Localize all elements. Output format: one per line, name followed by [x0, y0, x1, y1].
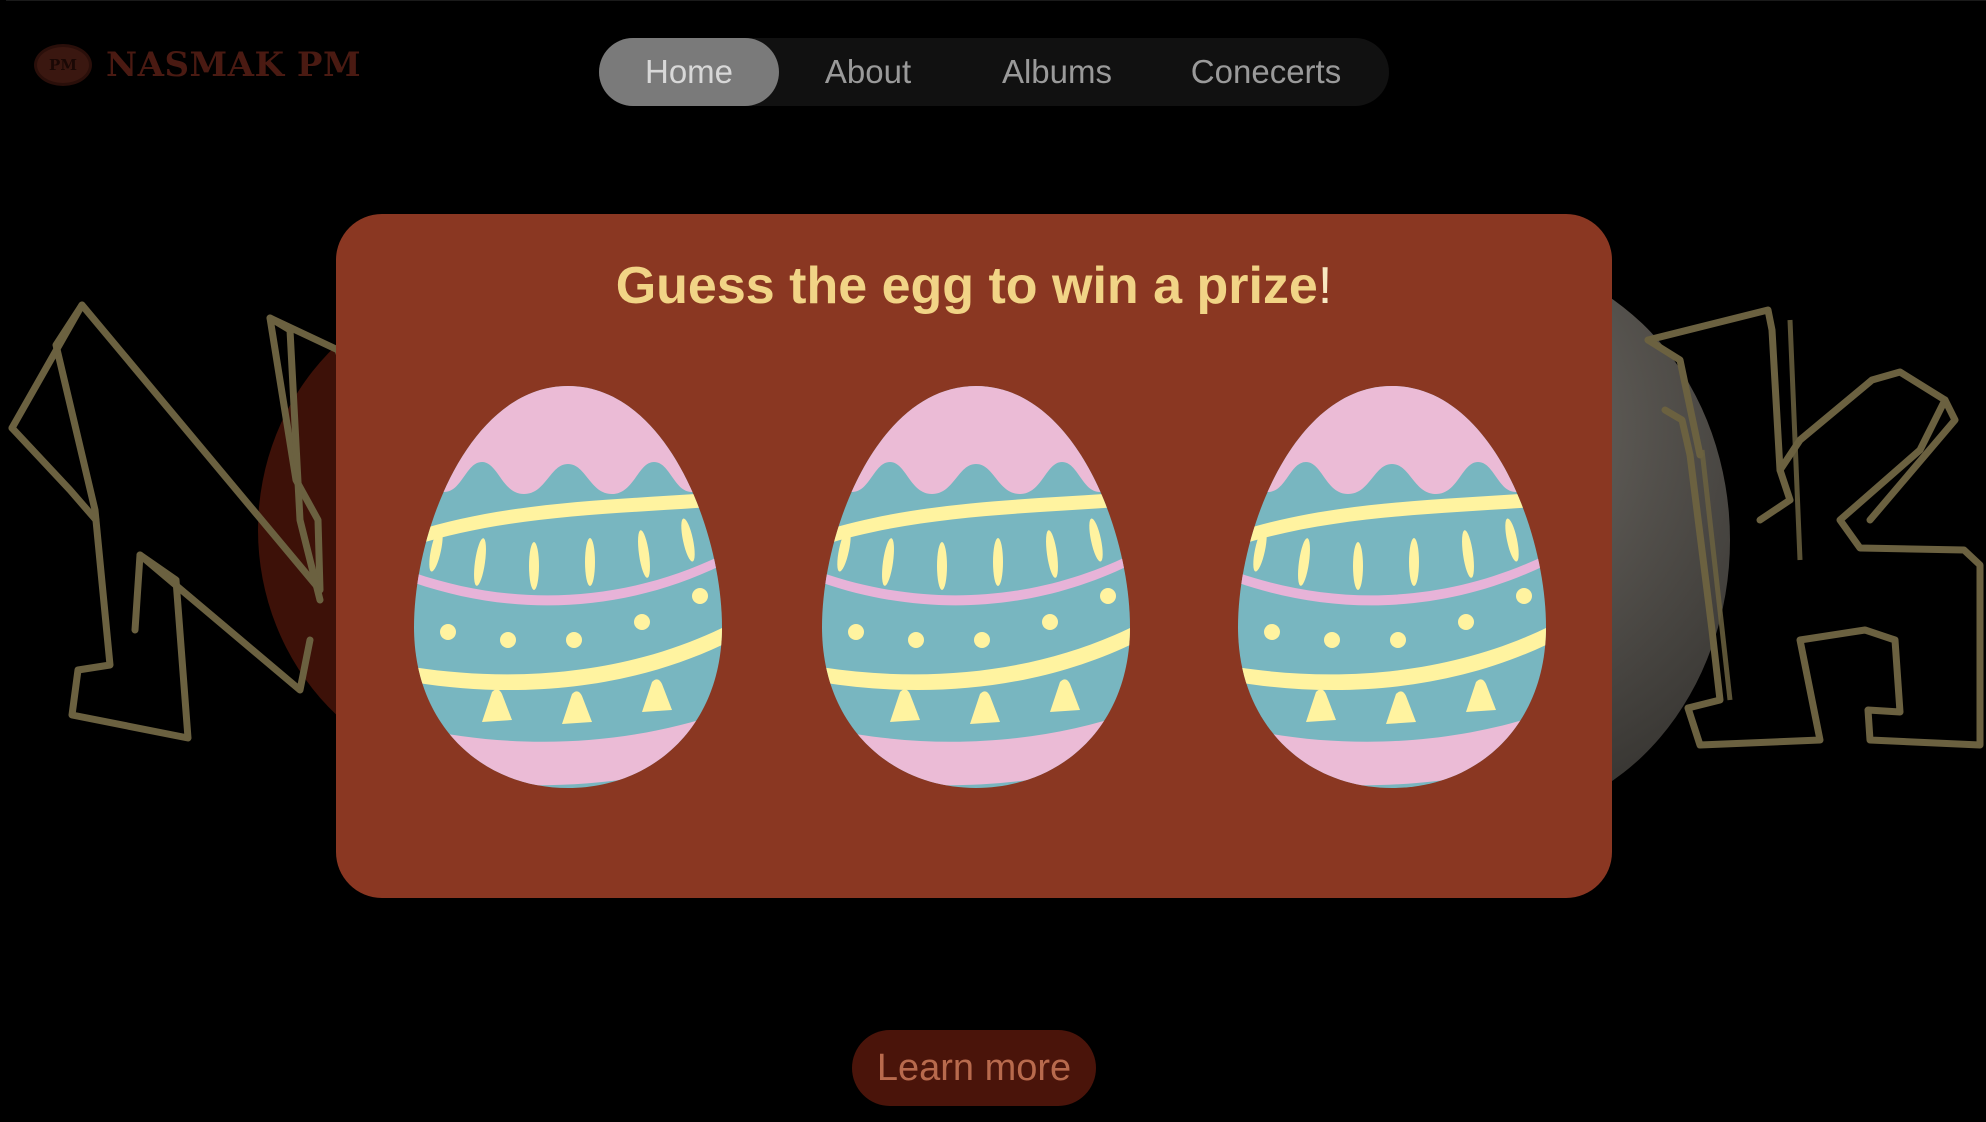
nav-item-home[interactable]: Home: [599, 38, 779, 106]
prize-modal: Guess the egg to win a prize!: [336, 214, 1612, 898]
nav-item-about[interactable]: About: [779, 38, 957, 106]
logo-text: NASMAK PM: [106, 45, 362, 85]
site-logo[interactable]: PM NASMAK PM: [34, 44, 361, 86]
easter-egg-2[interactable]: [820, 382, 1132, 792]
easter-egg-1[interactable]: [412, 382, 724, 792]
learn-more-button[interactable]: Learn more: [852, 1030, 1096, 1106]
modal-title: Guess the egg to win a prize!: [336, 256, 1612, 316]
nav-item-concerts[interactable]: Conecerts: [1157, 38, 1375, 106]
modal-title-exclamation: !: [1317, 257, 1333, 315]
main-nav: Home About Albums Conecerts: [599, 38, 1389, 106]
modal-title-text: Guess the egg to win a prize: [615, 257, 1318, 315]
easter-egg-3[interactable]: [1236, 382, 1548, 792]
nav-item-albums[interactable]: Albums: [957, 38, 1157, 106]
logo-badge-icon: PM: [34, 44, 92, 86]
